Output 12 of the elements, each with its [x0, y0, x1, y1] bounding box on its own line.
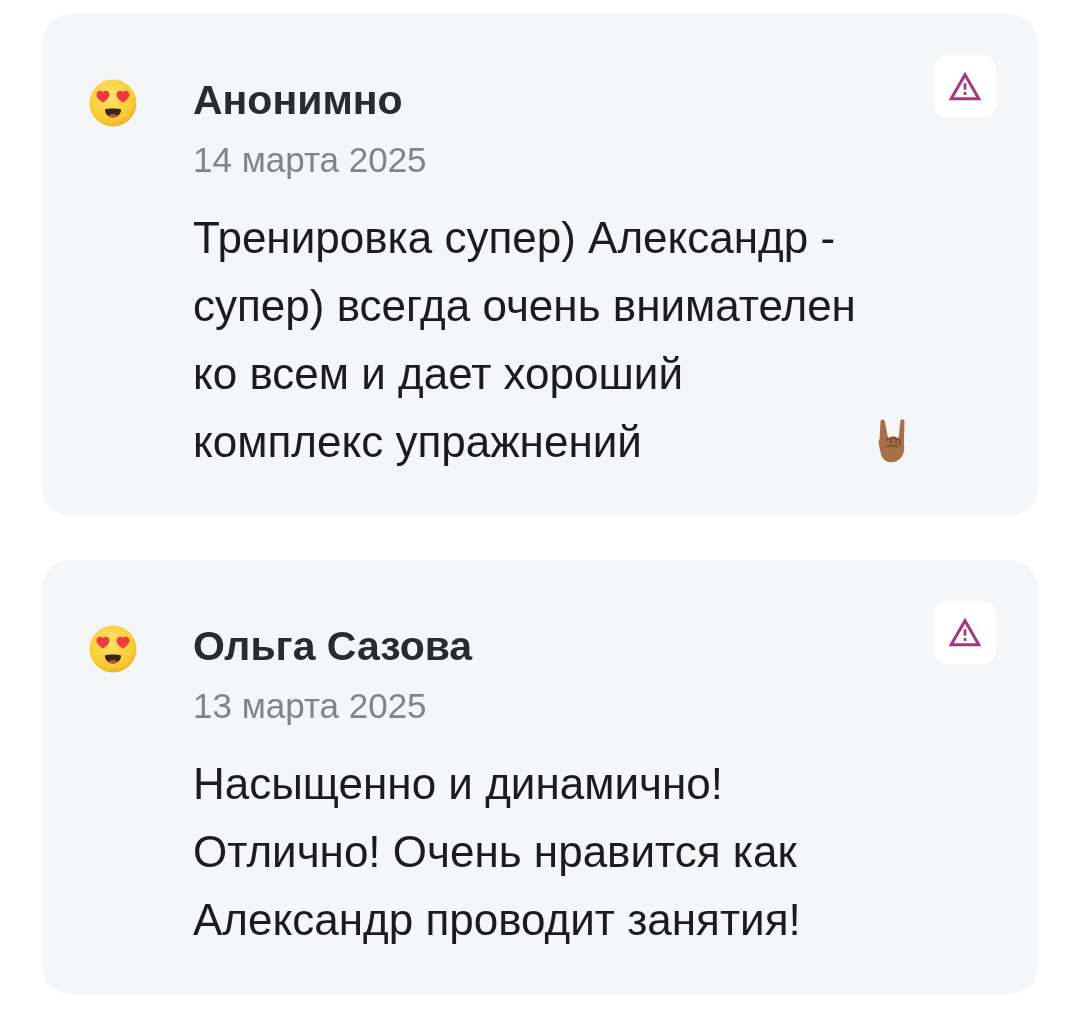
- heart-eyes-emoji-icon: [89, 625, 137, 673]
- author-name: Анонимно: [193, 76, 404, 124]
- heart-eyes-emoji-icon: [89, 79, 137, 127]
- review-date: 14 марта 2025: [193, 140, 428, 180]
- review-date: 13 марта 2025: [193, 686, 428, 726]
- report-button[interactable]: [934, 601, 996, 664]
- warning-icon: [949, 618, 981, 647]
- report-button[interactable]: [934, 55, 996, 118]
- warning-icon: [949, 72, 981, 101]
- review-text: Тренировка супер) Александр - супер) всегда очень внимателен ко всем и дает хороший комплекс упражнений: [193, 212, 857, 468]
- review-text: Насыщенно и динамично! Отлично! Очень нравится как Александр проводит занятия!: [193, 758, 802, 946]
- author-name: Ольга Сазова: [193, 622, 474, 670]
